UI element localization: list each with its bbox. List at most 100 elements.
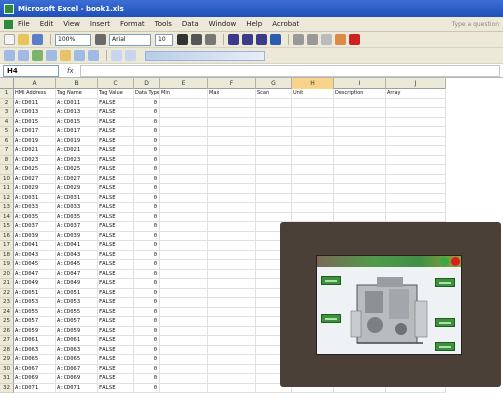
cell-empty[interactable]: [208, 374, 256, 384]
cell-address[interactable]: A:CD053: [14, 298, 56, 308]
cell-tag-value[interactable]: FALSE: [98, 355, 134, 365]
cell-data-type[interactable]: 0: [134, 317, 160, 327]
cell-address[interactable]: A:CD027: [14, 174, 56, 184]
align-center-icon[interactable]: [242, 34, 253, 45]
cell-empty[interactable]: [160, 203, 208, 213]
cell-tag-value[interactable]: FALSE: [98, 364, 134, 374]
cell-tag-name[interactable]: A:CD059: [56, 326, 98, 336]
row-header[interactable]: 23: [0, 298, 14, 308]
row-header[interactable]: 7: [0, 146, 14, 156]
open-icon[interactable]: [18, 34, 29, 45]
menu-edit[interactable]: Edit: [40, 20, 54, 28]
cell-tag-name[interactable]: A:CD021: [56, 146, 98, 156]
cell-empty[interactable]: [160, 98, 208, 108]
cell-data-type[interactable]: 0: [134, 222, 160, 232]
tool-icon[interactable]: [74, 50, 85, 61]
cell-empty[interactable]: [256, 127, 292, 137]
cell-empty[interactable]: [160, 241, 208, 251]
cell-tag-name[interactable]: A:CD031: [56, 193, 98, 203]
row-header[interactable]: 22: [0, 288, 14, 298]
column-header-g[interactable]: G: [256, 78, 292, 89]
cell-tag-name[interactable]: A:CD037: [56, 222, 98, 232]
cell-empty[interactable]: [256, 98, 292, 108]
column-header-i[interactable]: I: [334, 78, 386, 89]
cell-empty[interactable]: [256, 212, 292, 222]
cell-empty[interactable]: [160, 117, 208, 127]
cell-data-type[interactable]: 0: [134, 383, 160, 393]
cell-tag-name[interactable]: A:CD057: [56, 317, 98, 327]
cell-data-type[interactable]: 0: [134, 155, 160, 165]
cell-tag-name[interactable]: A:CD069: [56, 374, 98, 384]
cell-tag-name[interactable]: A:CD027: [56, 174, 98, 184]
cell-empty[interactable]: [386, 146, 446, 156]
cell-tag-name[interactable]: A:CD045: [56, 260, 98, 270]
cell-empty[interactable]: [292, 136, 334, 146]
cell-empty[interactable]: [160, 222, 208, 232]
cell-empty[interactable]: [386, 117, 446, 127]
column-header-j[interactable]: J: [386, 78, 446, 89]
header-cell[interactable]: Scan: [256, 89, 292, 99]
row-header[interactable]: 8: [0, 155, 14, 165]
cell-empty[interactable]: [334, 165, 386, 175]
cell-empty[interactable]: [292, 174, 334, 184]
cell-data-type[interactable]: 0: [134, 146, 160, 156]
row-header[interactable]: 10: [0, 174, 14, 184]
tool-icon[interactable]: [88, 50, 99, 61]
align-left-icon[interactable]: [228, 34, 239, 45]
cell-empty[interactable]: [334, 193, 386, 203]
cell-data-type[interactable]: 0: [134, 364, 160, 374]
cell-empty[interactable]: [160, 288, 208, 298]
cell-empty[interactable]: [160, 326, 208, 336]
cell-empty[interactable]: [256, 184, 292, 194]
menu-help[interactable]: Help: [246, 20, 262, 28]
cell-tag-name[interactable]: A:CD013: [56, 108, 98, 118]
cell-empty[interactable]: [160, 336, 208, 346]
cell-empty[interactable]: [160, 155, 208, 165]
cell-data-type[interactable]: 0: [134, 212, 160, 222]
cell-tag-value[interactable]: FALSE: [98, 184, 134, 194]
cell-empty[interactable]: [292, 127, 334, 137]
cell-address[interactable]: A:CD061: [14, 336, 56, 346]
cell-tag-value[interactable]: FALSE: [98, 241, 134, 251]
cell-address[interactable]: A:CD011: [14, 98, 56, 108]
row-header[interactable]: 30: [0, 364, 14, 374]
row-header[interactable]: 4: [0, 117, 14, 127]
cell-tag-name[interactable]: A:CD025: [56, 165, 98, 175]
cell-address[interactable]: A:CD057: [14, 317, 56, 327]
comma-icon[interactable]: [307, 34, 318, 45]
menu-format[interactable]: Format: [120, 20, 145, 28]
cell-tag-name[interactable]: A:CD043: [56, 250, 98, 260]
row-header[interactable]: 13: [0, 203, 14, 213]
cell-empty[interactable]: [292, 165, 334, 175]
italic-icon[interactable]: [191, 34, 202, 45]
cell-empty[interactable]: [208, 136, 256, 146]
name-box[interactable]: H4: [3, 64, 59, 77]
cell-empty[interactable]: [256, 108, 292, 118]
menu-insert[interactable]: Insert: [90, 20, 110, 28]
cell-empty[interactable]: [334, 117, 386, 127]
cell-tag-name[interactable]: A:CD017: [56, 127, 98, 137]
print-icon[interactable]: [95, 34, 106, 45]
cell-empty[interactable]: [160, 298, 208, 308]
cell-empty[interactable]: [292, 108, 334, 118]
row-header[interactable]: 28: [0, 345, 14, 355]
cell-empty[interactable]: [160, 307, 208, 317]
cell-empty[interactable]: [334, 146, 386, 156]
cell-tag-value[interactable]: FALSE: [98, 288, 134, 298]
cell-empty[interactable]: [208, 241, 256, 251]
cell-empty[interactable]: [334, 203, 386, 213]
cell-tag-name[interactable]: A:CD029: [56, 184, 98, 194]
cell-address[interactable]: A:CD055: [14, 307, 56, 317]
cell-empty[interactable]: [160, 193, 208, 203]
cell-empty[interactable]: [160, 231, 208, 241]
cell-tag-value[interactable]: FALSE: [98, 374, 134, 384]
header-cell[interactable]: Array: [386, 89, 446, 99]
zoom-select[interactable]: 100%: [55, 33, 91, 46]
cell-data-type[interactable]: 0: [134, 336, 160, 346]
cell-tag-value[interactable]: FALSE: [98, 117, 134, 127]
cell-empty[interactable]: [334, 174, 386, 184]
cell-empty[interactable]: [256, 117, 292, 127]
cell-tag-name[interactable]: A:CD051: [56, 288, 98, 298]
cell-empty[interactable]: [160, 317, 208, 327]
cell-empty[interactable]: [292, 184, 334, 194]
